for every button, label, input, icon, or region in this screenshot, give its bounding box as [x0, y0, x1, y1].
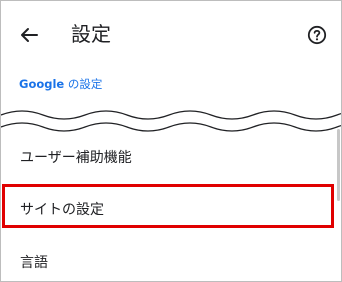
- top-app-bar: 設定: [1, 1, 341, 67]
- settings-screen: 設定 Google の設定 ユーザー補助機能 サイトの設定 言語: [0, 0, 342, 282]
- scrollbar[interactable]: [337, 129, 340, 201]
- list-item-label: 言語: [20, 255, 48, 271]
- list-item-site-settings[interactable]: サイトの設定: [1, 185, 341, 235]
- google-settings-link[interactable]: Google の設定: [19, 75, 102, 93]
- google-settings-brand: Google: [19, 77, 65, 91]
- list-item-language[interactable]: 言語: [1, 241, 341, 281]
- omitted-section-wave: [1, 110, 341, 132]
- help-button[interactable]: [303, 21, 331, 49]
- page-title: 設定: [71, 22, 111, 46]
- google-settings-suffix: の設定: [64, 77, 103, 91]
- help-circle-icon: [307, 25, 327, 45]
- list-item-accessibility[interactable]: ユーザー補助機能: [1, 133, 341, 183]
- back-button[interactable]: [15, 21, 43, 49]
- list-item-label: サイトの設定: [20, 202, 104, 218]
- list-item-label: ユーザー補助機能: [20, 150, 132, 166]
- arrow-left-icon: [21, 28, 38, 42]
